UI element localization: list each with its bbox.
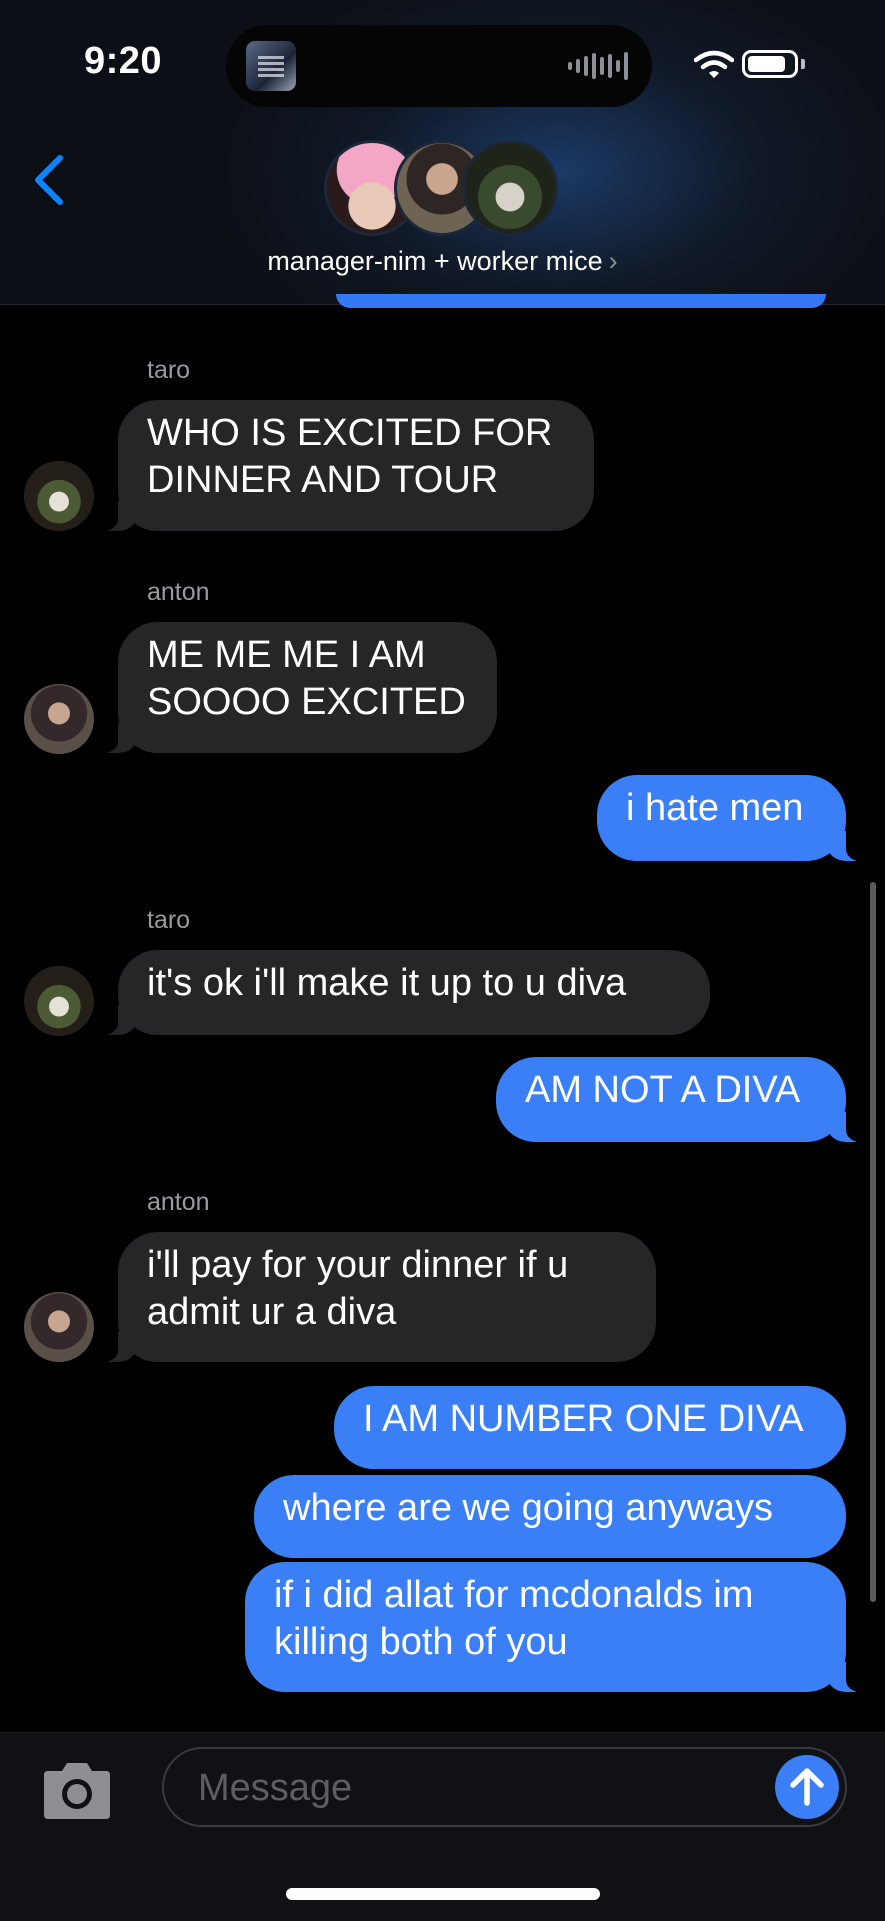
conversation-title-text: manager-nim + worker mice [267,246,603,276]
message-bubble[interactable]: ME ME ME I AM SOOOO EXCITED [96,622,497,753]
message-line: AM NOT A DIVA [525,1069,801,1111]
chevron-left-icon [35,155,63,205]
group-avatars[interactable] [324,140,564,240]
message-bubble[interactable]: i'll pay for your dinner if u admit ur a… [96,1232,656,1362]
message-line: WHO IS EXCITED FOR [147,412,553,454]
message-bubble[interactable]: AM NOT A DIVA [496,1057,868,1142]
message-line: I AM NUMBER ONE DIVA [363,1398,804,1440]
message-line: i hate men [626,787,804,829]
battery-tip [801,59,805,69]
message-line: admit ur a diva [147,1291,397,1333]
status-time: 9:20 [84,40,163,82]
back-button[interactable] [26,150,76,210]
message-line: it's ok i'll make it up to u diva [147,962,627,1004]
arrow-up-icon [790,1768,824,1806]
status-bar: 9:20 [0,0,885,130]
avatar [462,140,558,236]
message-line: i'll pay for your dinner if u [147,1244,569,1286]
message-bubble[interactable]: it's ok i'll make it up to u diva [96,950,710,1035]
message-bubble[interactable]: i hate men [597,775,868,861]
conversation-title[interactable]: manager-nim + worker mice › [0,246,885,277]
chevron-right-icon: › [608,246,618,276]
previous-message-bubble[interactable] [336,294,826,308]
avatar[interactable] [24,1292,94,1362]
message-input[interactable]: Message [162,1747,847,1827]
message-line: if i did allat for mcdonalds im [274,1574,754,1616]
message-line: killing both of you [274,1621,568,1663]
message-line: ME ME ME I AM [147,634,426,676]
avatar[interactable] [24,966,94,1036]
camera-button[interactable] [38,1759,116,1823]
dynamic-island[interactable] [226,25,652,107]
battery-level [748,56,785,72]
message-input-placeholder: Message [198,1767,353,1809]
message-line: where are we going anyways [283,1487,774,1529]
send-button[interactable] [775,1755,839,1819]
camera-icon [44,1763,110,1819]
home-indicator[interactable] [286,1888,600,1900]
scrollbar[interactable] [870,882,876,1602]
wifi-icon [694,50,734,78]
message-bubble[interactable]: WHO IS EXCITED FOR DINNER AND TOUR [96,400,594,531]
sender-name: taro [147,906,191,934]
avatar[interactable] [24,684,94,754]
sender-name: anton [147,578,210,606]
message-line: SOOOO EXCITED [147,681,466,723]
message-line: DINNER AND TOUR [147,459,499,501]
message-bubble[interactable]: where are we going anyways [254,1475,846,1558]
sender-name: taro [147,356,191,384]
now-playing-artwork [246,41,296,91]
message-bubble[interactable]: if i did allat for mcdonalds im killing … [245,1562,868,1692]
battery-icon [742,50,798,78]
sender-name: anton [147,1188,210,1216]
waveform-icon [568,52,628,80]
avatar[interactable] [24,461,94,531]
message-bubble[interactable]: I AM NUMBER ONE DIVA [334,1386,846,1469]
